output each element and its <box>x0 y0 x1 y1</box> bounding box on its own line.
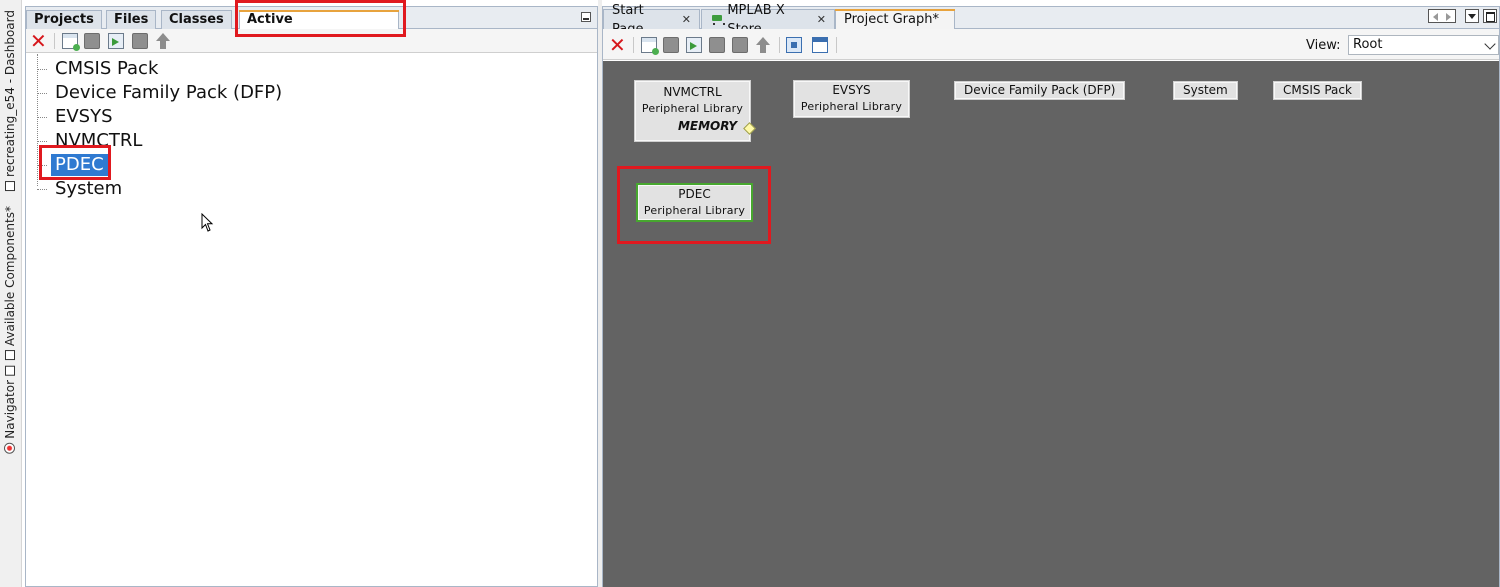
graph-node-nvmctrl[interactable]: NVMCTRL Peripheral Library MEMORY <box>634 80 751 142</box>
active-components-panel: Projects Files Classes Active Components… <box>25 6 598 587</box>
compass-icon <box>4 442 16 454</box>
graph-canvas[interactable]: NVMCTRL Peripheral Library MEMORY EVSYS … <box>603 61 1499 587</box>
left-toolbar: ✕ <box>26 29 597 53</box>
import-icon[interactable] <box>108 33 124 49</box>
restore-window-icon <box>5 350 15 361</box>
collapse-icon[interactable] <box>84 33 100 49</box>
node-title: System <box>1183 83 1228 97</box>
view-select-value: Root <box>1353 37 1383 52</box>
graph-node-evsys[interactable]: EVSYS Peripheral Library <box>793 80 910 118</box>
toolbar-separator <box>779 37 780 53</box>
navigator-side-tab-label: Navigator <box>3 380 17 439</box>
scroll-tabs-icon[interactable] <box>1428 9 1456 23</box>
minimize-panel-icon[interactable] <box>581 12 591 22</box>
graph-node-dfp[interactable]: Device Family Pack (DFP) <box>954 81 1126 100</box>
close-icon[interactable]: ✕ <box>682 10 691 29</box>
tab-active-components[interactable]: Active Components* <box>239 10 399 45</box>
tab-files[interactable]: Files <box>106 10 157 29</box>
remove-component-icon[interactable]: ✕ <box>30 31 47 51</box>
move-up-icon[interactable] <box>756 37 770 53</box>
maximize-window-icon[interactable] <box>1483 9 1497 23</box>
export-icon[interactable] <box>132 33 148 49</box>
toolbar-separator <box>54 33 55 49</box>
toolbar-separator <box>633 37 634 53</box>
tree-item-label: CMSIS Pack <box>55 58 159 79</box>
node-subtitle: Peripheral Library <box>800 100 903 113</box>
group-icon[interactable] <box>732 37 748 53</box>
left-tab-bar: Projects Files Classes Active Components… <box>26 7 597 45</box>
side-window-strip: recreating_e54 - Dashboard Available Com… <box>0 0 22 587</box>
node-title: CMSIS Pack <box>1283 83 1352 97</box>
tab-project-graph[interactable]: Project Graph* <box>835 9 955 29</box>
node-title: EVSYS <box>832 83 871 97</box>
tab-classes[interactable]: Classes <box>161 10 232 29</box>
close-icon[interactable]: ✕ <box>817 10 826 29</box>
export-icon[interactable] <box>709 37 725 53</box>
tree-item-label: EVSYS <box>55 106 113 127</box>
node-subtitle: Peripheral Library <box>641 102 744 115</box>
tab-label: Project Graph* <box>844 12 939 27</box>
collapse-icon[interactable] <box>663 37 679 53</box>
tab-start-page[interactable]: Start Page ✕ <box>603 3 700 37</box>
available-components-side-tab[interactable]: Available Components* <box>3 206 17 361</box>
restore-window-icon <box>5 181 15 192</box>
graph-node-cmsis-pack[interactable]: CMSIS Pack <box>1273 81 1362 100</box>
tree-item[interactable]: NVMCTRL <box>37 129 146 153</box>
tree-item-selected[interactable]: PDEC <box>37 153 108 177</box>
tree-item[interactable]: Device Family Pack (DFP) <box>37 81 286 105</box>
dashboard-side-tab-label: recreating_e54 - Dashboard <box>3 10 17 178</box>
tab-projects[interactable]: Projects <box>26 10 102 29</box>
chevron-down-icon <box>1484 38 1496 50</box>
toolbar-separator <box>836 37 837 53</box>
view-label: View: <box>1306 38 1341 53</box>
view-select[interactable]: Root <box>1348 35 1499 55</box>
tree-item[interactable]: System <box>37 177 126 201</box>
fit-to-view-icon[interactable] <box>786 37 802 53</box>
node-title: PDEC <box>678 187 711 201</box>
tree-item-label: System <box>55 178 123 199</box>
cart-icon <box>710 14 726 25</box>
tree-item-label: NVMCTRL <box>55 130 143 151</box>
new-window-icon[interactable] <box>62 33 80 51</box>
node-dependency-label: MEMORY <box>677 119 738 133</box>
available-components-side-tab-label: Available Components* <box>3 206 17 347</box>
move-up-icon[interactable] <box>156 33 170 49</box>
graph-node-pdec[interactable]: PDEC Peripheral Library <box>636 183 753 222</box>
new-window-icon[interactable] <box>641 37 659 55</box>
node-title: Device Family Pack (DFP) <box>964 83 1116 97</box>
remove-component-icon[interactable]: ✕ <box>609 35 626 55</box>
navigator-side-tab[interactable]: Navigator <box>3 366 17 454</box>
node-subtitle: Peripheral Library <box>643 204 746 217</box>
tree-item-label: PDEC <box>51 154 108 176</box>
tree-item[interactable]: CMSIS Pack <box>37 57 162 81</box>
show-documents-list-icon[interactable] <box>1465 9 1479 23</box>
restore-window-icon <box>5 366 15 376</box>
editor-tab-bar: Start Page ✕ MPLAB X Store ✕ Project Gra… <box>603 3 1499 37</box>
project-graph-panel: Start Page ✕ MPLAB X Store ✕ Project Gra… <box>602 3 1500 587</box>
tab-mplab-store[interactable]: MPLAB X Store ✕ <box>701 3 835 37</box>
tree-item-label: Device Family Pack (DFP) <box>55 82 283 103</box>
node-title: NVMCTRL <box>663 85 722 99</box>
dashboard-side-tab[interactable]: recreating_e54 - Dashboard <box>3 10 17 192</box>
import-icon[interactable] <box>686 37 702 53</box>
tree-item[interactable]: EVSYS <box>37 105 117 129</box>
graph-node-system[interactable]: System <box>1173 81 1238 100</box>
overview-panel-icon[interactable] <box>812 37 828 53</box>
